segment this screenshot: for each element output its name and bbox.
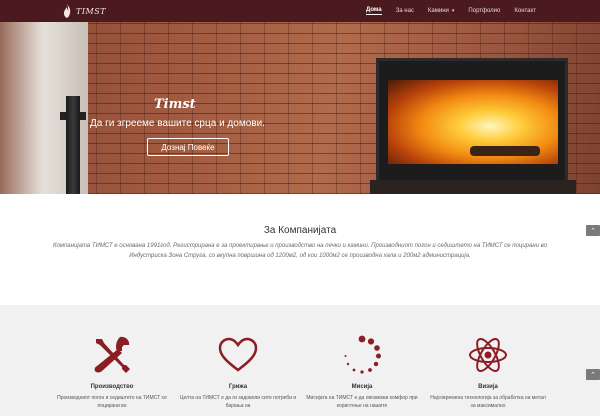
feature-title: Мисија xyxy=(351,384,373,390)
nav-item-label: Дома xyxy=(366,7,382,13)
hero-title: Timst xyxy=(154,97,196,112)
nav-item-about[interactable]: За нас xyxy=(396,8,414,14)
nav-item-label: Контакт xyxy=(514,8,536,14)
flame-icon xyxy=(62,4,72,18)
feature-vision: Визија Најсовремена технологија за обраб… xyxy=(428,335,548,410)
dots-circle-icon xyxy=(302,335,422,375)
feature-title: Визија xyxy=(478,384,498,390)
nav-item-label: Портфолио xyxy=(468,8,501,14)
feature-production: Производство Производниот погон и седишт… xyxy=(52,335,172,410)
atom-icon xyxy=(428,335,548,375)
nav-item-home[interactable]: Дома xyxy=(366,7,382,15)
feature-title: Грижа xyxy=(228,384,248,390)
feature-care: Грижа Целта на ТИМСТ е да ги задоволи си… xyxy=(178,335,298,410)
nav-item-portfolio[interactable]: Портфолио xyxy=(468,8,500,14)
feature-title: Производство xyxy=(90,384,134,390)
nav-item-label: За нас xyxy=(395,8,414,14)
fireplace-logs xyxy=(470,146,540,156)
about-title: За Компанијата xyxy=(263,225,337,236)
heart-icon xyxy=(178,335,298,375)
feature-text: Целта на ТИМСТ е да ги задоволи сите пот… xyxy=(179,395,297,409)
main-menu: Дома За нас Камини ▾ Портфолио Контакт xyxy=(366,0,550,22)
hero-banner: Timst Да ги згрееме вашите срца и домови… xyxy=(0,22,600,194)
feature-mission: Мисија Мисијата на ТИМСТ е да овозможи к… xyxy=(302,335,422,410)
blurred-brick-foreground xyxy=(0,22,44,194)
chevron-down-icon: ▾ xyxy=(451,8,455,14)
feature-text: Најсовремена технологија за обработка на… xyxy=(430,395,546,409)
scroll-to-top-button[interactable]: ⌃ xyxy=(586,369,600,380)
about-text: Компанијата ТИМСТ е основана 1991год. Ре… xyxy=(53,243,547,259)
scroll-to-top-button[interactable]: ⌃ xyxy=(586,225,600,236)
brand-name: TIMST xyxy=(76,6,107,16)
fireplace-base xyxy=(370,180,576,194)
nav-item-contact[interactable]: Контакт xyxy=(514,8,536,14)
nav-item-fireplaces[interactable]: Камини ▾ xyxy=(428,8,455,14)
window-post xyxy=(66,96,80,194)
brand-logo[interactable]: TIMST xyxy=(62,4,106,18)
nav-item-label: Камини xyxy=(427,8,449,14)
top-navbar: TIMST Дома За нас Камини ▾ Портфолио Кон… xyxy=(0,0,600,22)
feature-text: Мисијата на ТИМСТ е да овозможи комфор п… xyxy=(306,395,418,409)
learn-more-button[interactable]: Дознај Повеќе xyxy=(147,138,229,156)
features-section: Производство Производниот погон и седишт… xyxy=(0,305,600,416)
feature-text: Производниот погон и седиштето на ТИМСТ … xyxy=(57,395,167,409)
hero-subtitle: Да ги згрееме вашите срца и домови. xyxy=(90,118,265,129)
tools-icon xyxy=(52,335,172,375)
